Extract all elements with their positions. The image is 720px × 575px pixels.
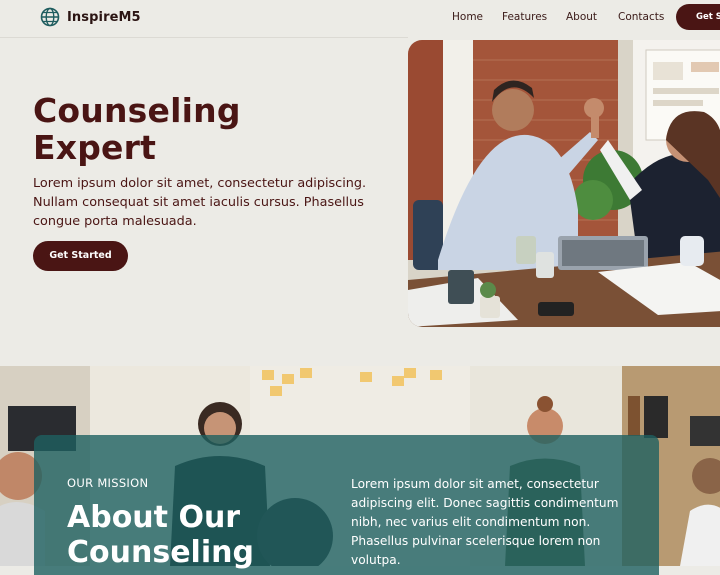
brand-name: InspireM5: [67, 9, 141, 25]
hero-title-line2: Expert: [33, 128, 157, 167]
brand-logo[interactable]: InspireM5: [40, 7, 141, 27]
mission-title: About Our Counseling: [67, 500, 254, 570]
nav-get-started-button[interactable]: Get Started: [676, 4, 720, 30]
hero-get-started-button[interactable]: Get Started: [33, 241, 128, 271]
globe-icon: [40, 7, 60, 27]
header-divider: [0, 37, 408, 38]
nav-link-home[interactable]: Home: [452, 11, 483, 23]
hero-description: Lorem ipsum dolor sit amet, consectetur …: [33, 176, 367, 229]
mission-description: Lorem ipsum dolor sit amet, consectetur …: [351, 477, 619, 567]
nav-link-about[interactable]: About: [566, 11, 597, 23]
nav-link-contacts[interactable]: Contacts: [618, 11, 664, 23]
hero-title-line1: Counseling: [33, 91, 241, 130]
nav-link-features[interactable]: Features: [502, 11, 547, 23]
mission-eyebrow: OUR MISSION: [67, 476, 149, 490]
hero-image-office-high-five: [408, 40, 720, 327]
top-navbar: InspireM5 Home Features About Contacts G…: [0, 0, 720, 34]
hero-title: Counseling Expert: [33, 92, 241, 166]
